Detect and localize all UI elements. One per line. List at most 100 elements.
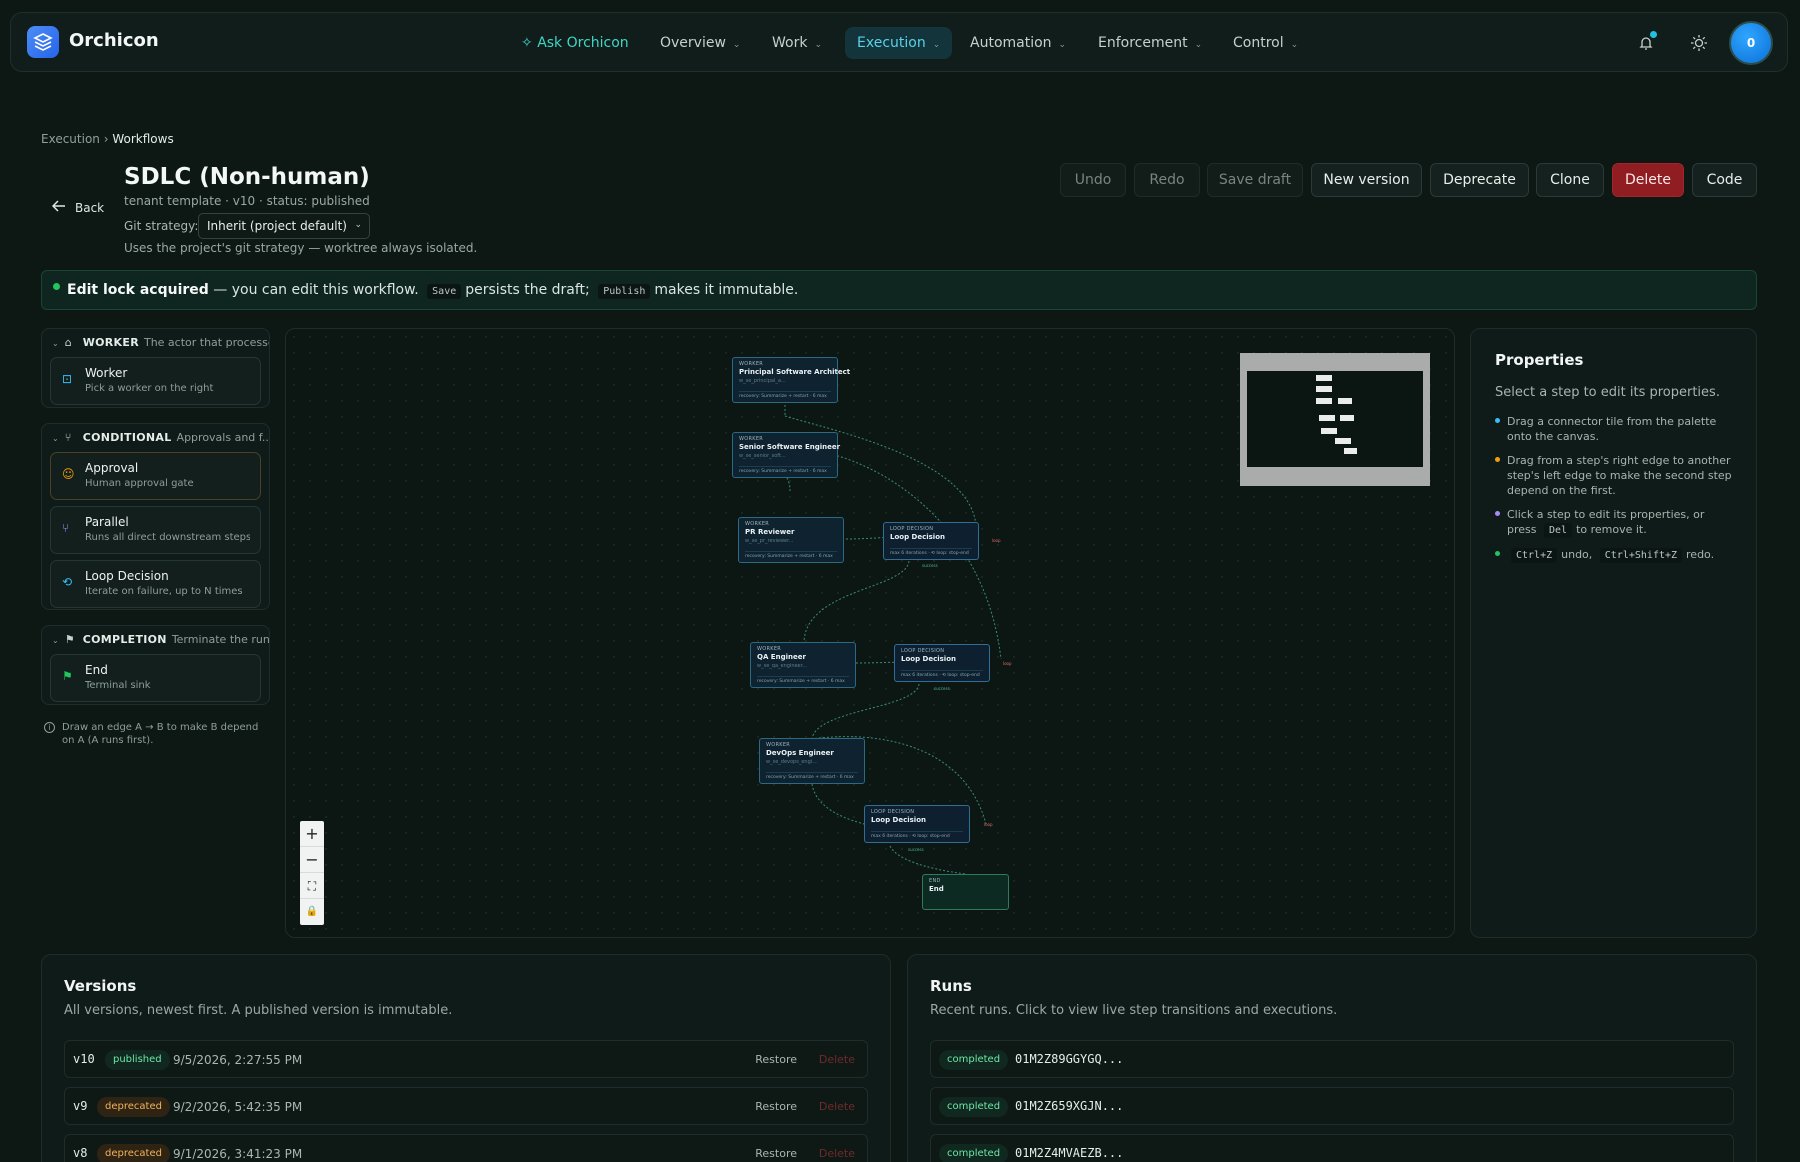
node-title: Loop Decision [901,655,956,663]
version-date: 9/2/2026, 5:42:35 PM [173,1100,303,1114]
version-row[interactable]: v10 published 9/5/2026, 2:27:55 PM Resto… [64,1040,868,1078]
user-avatar[interactable]: 0 [1729,21,1773,65]
arrow-left-icon [51,200,66,215]
version-row[interactable]: v8 deprecated 9/1/2026, 3:41:23 PM Resto… [64,1134,868,1162]
run-row[interactable]: completed 01M2Z89GGYGQ... [930,1040,1734,1078]
workflow-node-worker[interactable]: WORKER QA Engineer w_se_qa_engineer... r… [750,642,856,688]
theme-toggle-sun-icon[interactable] [1687,31,1711,55]
edge-label-success: success [908,847,924,852]
run-row[interactable]: completed 01M2Z659XGJN... [930,1087,1734,1125]
node-sub: w_se_devops_engi... [766,759,817,765]
minimap-node [1335,438,1351,444]
nav-execution[interactable]: Execution ⌄ [845,27,953,59]
status-badge: deprecated [97,1144,170,1162]
versions-title: Versions [64,977,137,995]
version-row[interactable]: v9 deprecated 9/2/2026, 5:42:35 PM Resto… [64,1087,868,1125]
brand-name[interactable]: Orchicon [69,30,159,51]
nav-execution-label: Execution [857,35,926,51]
runs-title: Runs [930,977,972,995]
palette-tile-loop-decision[interactable]: ⟲ Loop Decision Iterate on failure, up t… [50,560,261,608]
delete-version-button[interactable]: Delete [819,1053,855,1066]
run-row[interactable]: completed 01M2Z4MVAEZB... [930,1134,1734,1162]
lock-icon[interactable]: 🔒 [300,899,324,925]
workflow-canvas[interactable]: loop loop loop success success success W… [285,328,1455,938]
bot-icon: ⊡ [62,372,73,386]
git-strategy-value: Inherit (project default) [207,219,347,233]
nav-control[interactable]: Control ⌄ [1221,27,1310,59]
breadcrumb-execution[interactable]: Execution [41,132,100,146]
banner-text: persists the draft; [465,282,590,298]
group-desc: Terminate the run [171,633,269,646]
back-button[interactable]: Back [51,200,104,215]
group-name: COMPLETION [82,633,167,646]
version-number: v9 [73,1099,88,1113]
breadcrumb-workflows: Workflows [112,132,174,146]
delete-version-button[interactable]: Delete [819,1147,855,1160]
canvas-minimap[interactable] [1240,353,1430,486]
palette-tile-end[interactable]: ⚑ End Terminal sink [50,654,261,702]
deprecate-button[interactable]: Deprecate [1430,163,1529,197]
edge [889,845,967,875]
node-footer: max 6 iterations · ⟲ loop: stop-end [901,670,983,678]
node-title: Loop Decision [890,533,945,541]
node-footer: recovery: Summarize + restart · 6 max [757,676,849,684]
app-logo-icon[interactable] [27,26,59,58]
palette-group-worker: ⌄ ⌂ WORKER The actor that processe... ⊡ Wor… [41,328,270,408]
publish-key-code: Publish [598,284,651,299]
palette-group-header[interactable]: ⌄ ⌂ WORKER The actor that processe... [42,329,269,357]
restore-button[interactable]: Restore [755,1100,797,1113]
palette-tile-approval[interactable]: ☺ Approval Human approval gate [50,452,261,500]
minimap-node [1316,386,1332,392]
nav-enforcement[interactable]: Enforcement ⌄ [1086,27,1214,59]
nav-automation[interactable]: Automation ⌄ [958,27,1078,59]
tile-desc: Pick a worker on the right [85,383,214,394]
nav-overview[interactable]: Overview ⌄ [648,27,752,59]
tile-desc: Iterate on failure, up to N times [85,586,243,597]
properties-hint: Select a step to edit its properties. [1495,385,1720,400]
workflow-node-worker[interactable]: WORKER PR Reviewer w_se_pr_reviewer... r… [738,517,844,563]
nav-work[interactable]: Work ⌄ [760,27,834,59]
node-sub: w_se_pr_reviewer... [745,538,794,544]
palette-tile-parallel[interactable]: ⑂ Parallel Runs all direct downstream st… [50,506,261,554]
workflow-node-worker[interactable]: WORKER DevOps Engineer w_se_devops_engi.… [759,738,865,784]
notification-dot [1650,31,1657,38]
flag-icon: ⚑ [64,633,75,646]
workflow-node-worker[interactable]: WORKER Principal Software Architect w_se… [732,357,850,403]
clone-button[interactable]: Clone [1536,163,1604,197]
nav-ask-orchicon[interactable]: ✧ Ask Orchicon [509,27,641,59]
undo-button[interactable]: Undo [1060,163,1126,197]
workflow-node-end[interactable]: END End [922,874,1009,910]
palette-group-header[interactable]: ⌄ ⑂ CONDITIONAL Approvals and f... [42,424,269,452]
version-number: v10 [73,1052,95,1066]
delete-button[interactable]: Delete [1612,163,1684,197]
workflow-node-loop-decision[interactable]: LOOP DECISION Loop Decision max 6 iterat… [894,644,990,682]
palette-group-header[interactable]: ⌄ ⚑ COMPLETION Terminate the run [42,626,269,654]
node-sub: w_se_senior_soft... [739,453,786,459]
workflow-node-worker[interactable]: WORKER Senior Software Engineer w_se_sen… [732,432,840,478]
zoom-controls: + − ⛶ 🔒 [300,821,324,925]
node-kind: LOOP DECISION [890,526,934,532]
code-button[interactable]: Code [1692,163,1757,197]
restore-button[interactable]: Restore [755,1147,797,1160]
palette-tile-worker[interactable]: ⊡ Worker Pick a worker on the right [50,357,261,405]
edge-label-loop: loop [992,538,1001,543]
delete-version-button[interactable]: Delete [819,1100,855,1113]
status-badge: published [105,1050,170,1070]
notifications-bell-icon[interactable] [1634,31,1658,55]
restore-button[interactable]: Restore [755,1053,797,1066]
tile-desc: Human approval gate [85,478,194,489]
fit-view-icon[interactable]: ⛶ [300,873,324,899]
status-badge: completed [939,1050,1009,1070]
workflow-node-loop-decision[interactable]: LOOP DECISION Loop Decision max 6 iterat… [883,522,979,560]
minimap-node [1316,398,1332,404]
new-version-button[interactable]: New version [1311,163,1422,197]
tip-item: Drag from a step's right edge to another… [1495,453,1732,498]
redo-button[interactable]: Redo [1134,163,1200,197]
flag-icon: ⚑ [62,669,73,683]
zoom-out-icon[interactable]: − [300,847,324,873]
save-draft-button[interactable]: Save draft [1207,163,1303,197]
edge [811,783,865,825]
git-strategy-select[interactable]: Inherit (project default) ⌄ [198,213,370,239]
workflow-node-loop-decision[interactable]: LOOP DECISION Loop Decision max 6 iterat… [864,805,970,843]
zoom-in-icon[interactable]: + [300,821,324,847]
